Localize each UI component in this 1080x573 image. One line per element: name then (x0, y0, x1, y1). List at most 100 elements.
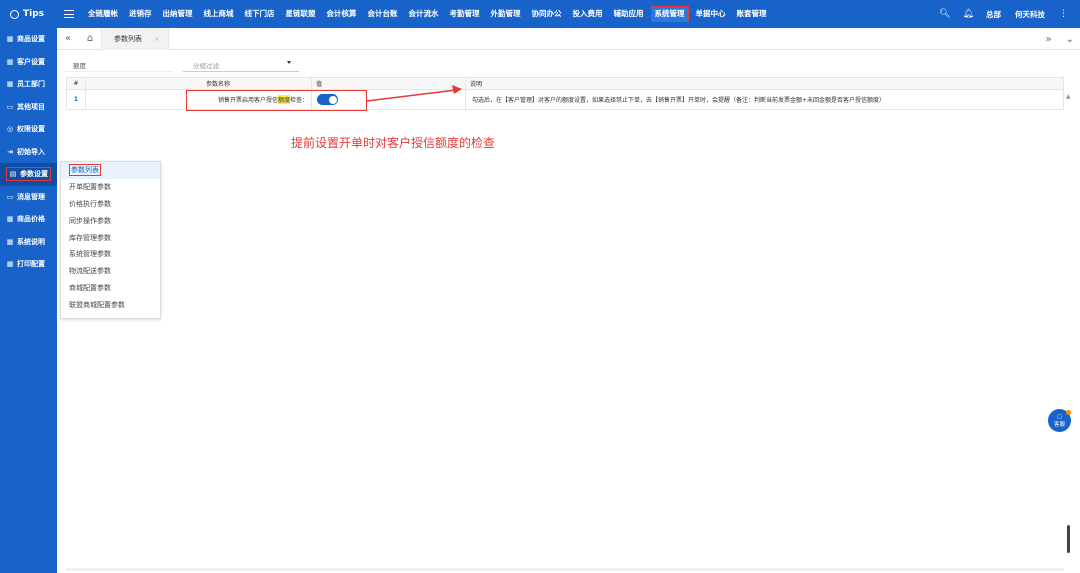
header-name: 参数名称 (86, 78, 312, 89)
nav-item[interactable]: 全链履帐 (84, 7, 122, 21)
shield-icon: ◎ (6, 125, 14, 134)
sidebar-item-inner: ▦ 商品价格 (6, 214, 45, 224)
expand-right-icon[interactable]: » (1045, 34, 1051, 45)
dropdown-item-label: 物流配送参数 (69, 267, 111, 276)
tab-param-list[interactable]: 参数列表 × (101, 27, 169, 50)
nav-item[interactable]: 线上商城 (200, 7, 238, 21)
dropdown-item[interactable]: 商城配置参数 (61, 280, 160, 297)
brand[interactable]: Tips (0, 9, 64, 19)
top-right-actions: 🔍︎ 🔔︎ 总部 何天科技 ⋮ (939, 0, 1080, 28)
dropdown-item-label: 联盟商城配置参数 (69, 300, 125, 309)
sidebar-item-inner: ◎ 权限设置 (6, 124, 45, 134)
import-icon: ⇥ (7, 147, 13, 156)
group-filter-placeholder: 分组过滤 (193, 62, 219, 70)
table-header: # 参数名称 值 说明 (66, 78, 1064, 90)
nav-item[interactable]: 外勤管理 (487, 7, 525, 21)
nav-item[interactable]: 线下门店 (241, 7, 279, 21)
sidebar-item[interactable]: ▭ 其他项目 (0, 96, 57, 119)
scroll-up-icon[interactable]: ▲ (1066, 93, 1071, 100)
sidebar-item[interactable]: ▤ 参数设置 (0, 163, 57, 186)
chevron-down-icon[interactable]: ⌄ (1066, 34, 1074, 45)
company-menu[interactable]: 何天科技 (1015, 9, 1045, 20)
sidebar-item[interactable]: ▦ 商品价格 (0, 208, 57, 231)
scroll-thumb[interactable] (1067, 525, 1070, 553)
nav-item[interactable]: 协同办公 (528, 7, 566, 21)
sidebar-item-label: 商品设置 (17, 35, 45, 44)
nav-item[interactable]: 会计流水 (405, 7, 443, 21)
sidebar-item[interactable]: ▦ 商品设置 (0, 28, 57, 51)
dropdown-item-label: 开单配置参数 (69, 183, 111, 192)
filter-row: 额度 分组过滤 (57, 54, 1067, 74)
nav-item[interactable]: 辅助应用 (610, 7, 648, 21)
tab-bar: « ⌂ 参数列表 × » ⌄ (57, 27, 1080, 50)
dropdown-item-label: 系统管理参数 (69, 250, 111, 259)
nav-item[interactable]: 单据中心 (692, 7, 730, 21)
grid-icon: ▦ (6, 237, 14, 246)
sidebar-item-label: 系统说明 (17, 237, 45, 246)
sidebar-item[interactable]: ⇥ 初始导入 (0, 141, 57, 164)
nav-item[interactable]: 考勤管理 (446, 7, 484, 21)
home-icon[interactable]: ⌂ (79, 33, 101, 44)
sidebar-item-inner: ▦ 系统说明 (6, 237, 45, 247)
sidebar-item-label: 消息管理 (17, 192, 45, 201)
dropdown-item[interactable]: 同步操作参数 (61, 212, 160, 229)
nav-item[interactable]: 会计台账 (364, 7, 402, 21)
vertical-scrollbar[interactable]: ▲ (1064, 77, 1074, 567)
settings-icon: ▤ (9, 170, 17, 179)
sidebar-item[interactable]: ▦ 员工部门 (0, 73, 57, 96)
dropdown-item[interactable]: 系统管理参数 (61, 246, 160, 263)
sidebar-item[interactable]: ▦ 系统说明 (0, 231, 57, 254)
grid-icon: ▦ (6, 260, 14, 269)
sidebar-item-label: 权限设置 (17, 125, 45, 134)
param-settings-dropdown: 参数列表开单配置参数 价格执行参数 同步操作参数库存管理参数系统管理参数 物流配送参数… (60, 161, 161, 319)
message-icon: ▭ (6, 192, 14, 201)
dropdown-item[interactable]: 联盟商城配置参数 (61, 296, 160, 313)
sidebar-item-label: 客户设置 (17, 57, 45, 66)
more-icon[interactable]: ⋮ (1059, 9, 1068, 19)
annotation-text: 提前设置开单时对客户授信额度的检查 (291, 136, 496, 150)
dropdown-item[interactable]: 库存管理参数 (61, 229, 160, 246)
nav-item[interactable]: 系统管理 (650, 6, 689, 22)
sidebar-item-label: 参数设置 (20, 170, 48, 179)
dropdown-item[interactable]: 物流配送参数 (61, 263, 160, 280)
sidebar-item[interactable]: ▦ 客户设置 (0, 51, 57, 74)
dropdown-item-label: 价格执行参数 (69, 199, 111, 208)
sidebar-item-inner: ▭ 其他项目 (6, 102, 45, 112)
sidebar-item[interactable]: ◎ 权限设置 (0, 118, 57, 141)
top-navbar: Tips 全链履帐 进销存 出纳管理 线上商城 线下门店 星链联盟 会计核算 会计台账 会计流水… (0, 0, 1080, 28)
dropdown-item[interactable]: 开单配置参数 (61, 179, 160, 196)
nav-item[interactable]: 出纳管理 (159, 7, 197, 21)
bell-icon[interactable]: 🔔︎ (963, 9, 974, 19)
nav-item[interactable]: 投入费用 (569, 7, 607, 21)
sidebar-item-label: 打印配置 (17, 260, 45, 269)
sidebar: ▦ 商品设置 ▦ 客户设置 ▦ 员工部门 ▭ 其他项目 ◎ 权限设置 ⇥ 初始导入 ▤ 参数设置 ▭ 消息管理… (0, 28, 57, 573)
horizontal-scrollbar[interactable] (66, 568, 1064, 571)
sidebar-item-inner: ▦ 客户设置 (6, 57, 45, 67)
menu-toggle-icon[interactable] (64, 10, 74, 18)
sidebar-item[interactable]: ▦ 打印配置 (0, 253, 57, 276)
close-icon[interactable]: × (154, 35, 160, 43)
nav-item[interactable]: 进销存 (125, 7, 156, 21)
dropdown-item-label: 商城配置参数 (69, 283, 111, 292)
row-desc: 勾选后，在【客户管理】对客户的额度设置，如果选择禁止下单，去【销售开票】开单时，… (466, 90, 1064, 109)
sidebar-item[interactable]: ▭ 消息管理 (0, 186, 57, 209)
nav-item[interactable]: 会计核算 (323, 7, 361, 21)
user-menu[interactable]: 总部 (986, 9, 1001, 20)
tab-label: 参数列表 (114, 34, 142, 43)
dropdown-item[interactable]: 价格执行参数 (61, 196, 160, 213)
dropdown-item-label: 同步操作参数 (69, 216, 111, 225)
dropdown-item[interactable]: 参数列表 (61, 162, 160, 179)
search-input[interactable]: 额度 (63, 56, 173, 72)
collapse-left-icon[interactable]: « (57, 33, 79, 44)
search-icon[interactable]: 🔍︎ (939, 9, 950, 19)
brand-title: Tips (23, 9, 45, 19)
group-filter-select[interactable]: 分组过滤 (183, 56, 299, 72)
nav-item[interactable]: 账套管理 (733, 7, 771, 21)
annotation-box (186, 90, 367, 111)
sidebar-item-inner: ⇥ 初始导入 (6, 147, 45, 157)
sidebar-item-label: 员工部门 (17, 80, 45, 89)
grid-icon: ▦ (6, 80, 14, 89)
header-desc: 说明 (466, 78, 1064, 89)
nav-item[interactable]: 星链联盟 (282, 7, 320, 21)
grid-icon: ▦ (6, 57, 14, 66)
